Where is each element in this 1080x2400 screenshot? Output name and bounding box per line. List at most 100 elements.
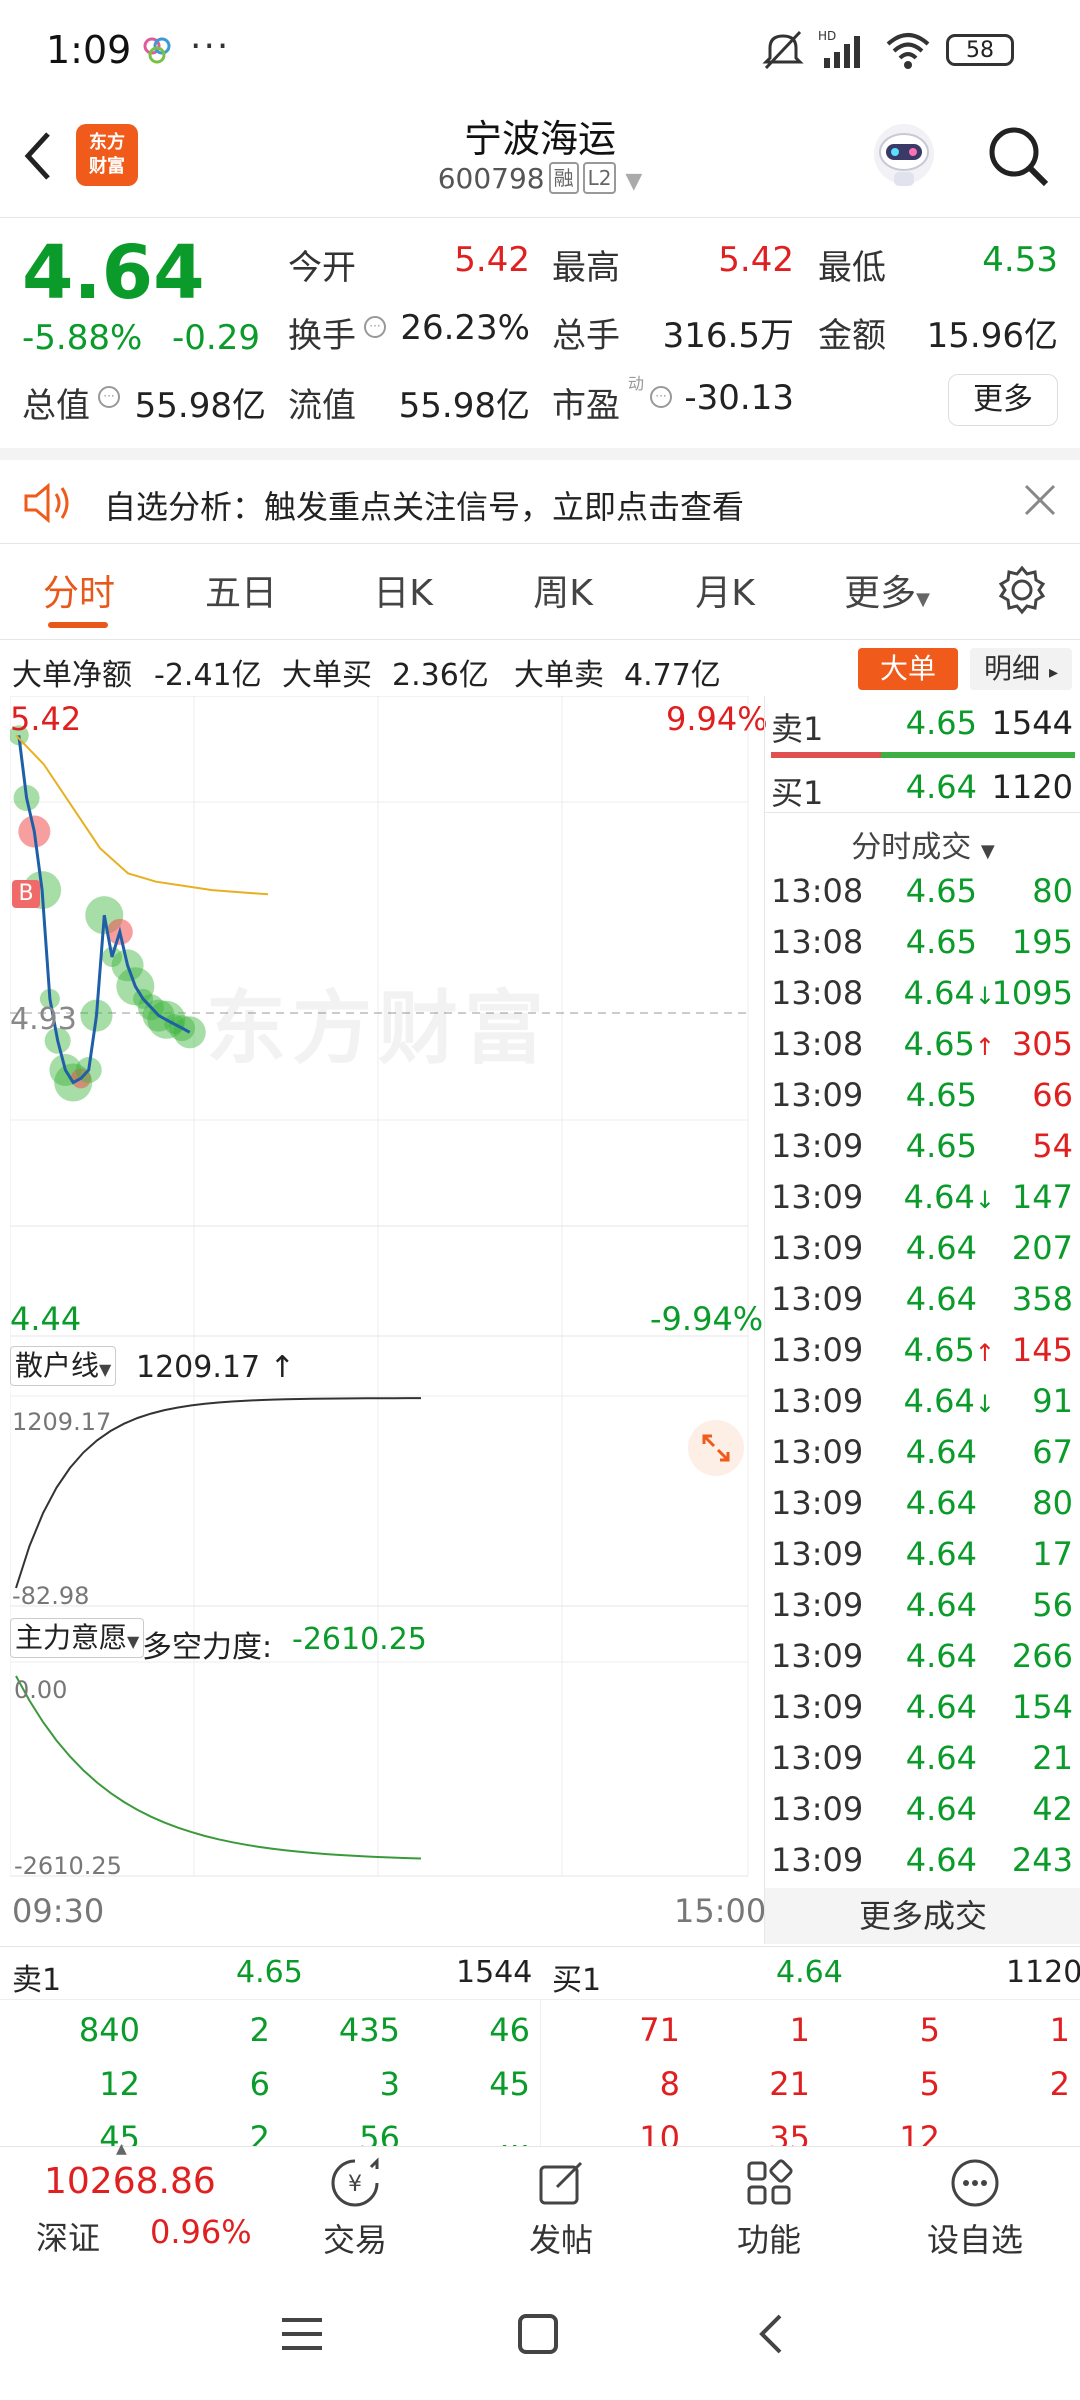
- tab-more[interactable]: 更多▼: [822, 564, 952, 616]
- sell-depth-cell: 3: [379, 2065, 400, 2103]
- home-icon[interactable]: [516, 2312, 560, 2360]
- info-icon[interactable]: ···: [364, 316, 386, 338]
- functions-button[interactable]: 功能: [704, 2157, 834, 2261]
- net-label: 大单净额: [12, 658, 132, 693]
- intraday-chart[interactable]: 5.42 9.94% 4.93 4.44 -9.94% B 东方财富 散户线▼ …: [8, 695, 768, 1946]
- sell-depth-cell: 45: [99, 2119, 140, 2146]
- menu-icon[interactable]: [280, 2314, 324, 2358]
- big-order-button[interactable]: 大单: [858, 648, 958, 690]
- retail-selector[interactable]: 散户线▼: [10, 1346, 117, 1386]
- notice-bar[interactable]: 自选分析：触发重点关注信号，立即点击查看: [0, 460, 1080, 544]
- detail-button[interactable]: 明细 ▸: [970, 648, 1072, 690]
- sell-depth-cell: 2: [249, 2119, 270, 2146]
- post-button[interactable]: 发帖: [496, 2157, 626, 2261]
- volume-value: 316.5万: [662, 316, 794, 356]
- trades-title[interactable]: 分时成交 ▼: [765, 822, 1080, 866]
- retail-top-label: 1209.17: [12, 1408, 112, 1436]
- trade-time: 13:09: [771, 1382, 864, 1420]
- index-value[interactable]: 10268.86: [44, 2161, 216, 2202]
- stock-code: 600798: [437, 162, 545, 195]
- trade-price: 4.64: [905, 1229, 977, 1267]
- big-sell-label: 大单卖: [514, 658, 604, 693]
- nav-back-icon[interactable]: [756, 2312, 788, 2360]
- trade-row: 13:09 4.64 67: [765, 1425, 1080, 1476]
- buy-marker[interactable]: B: [12, 880, 40, 908]
- info-icon[interactable]: ···: [98, 386, 120, 408]
- average-price-line: [15, 734, 269, 896]
- trade-time: 13:09: [771, 1688, 864, 1726]
- trade-volume: 66: [1032, 1076, 1073, 1114]
- trade-row: 13:09 4.64↓ 147: [765, 1170, 1080, 1221]
- buy-depth-cell: 71: [639, 2011, 680, 2049]
- trade-time: 13:09: [771, 1331, 864, 1369]
- status-time: 1:09: [46, 28, 132, 72]
- trade-row: 13:09 4.64 80: [765, 1476, 1080, 1527]
- svg-text:HD: HD: [818, 29, 836, 43]
- trade-label: 交易: [322, 2221, 387, 2259]
- buy1-vol: 1120: [991, 768, 1073, 806]
- retail-selector-label: 散户线: [15, 1349, 100, 1382]
- trade-volume: 266: [1011, 1637, 1073, 1675]
- arrow-down-icon: ↓: [974, 1186, 995, 1214]
- margin-tag: 融: [548, 162, 579, 194]
- trade-row: 13:09 4.64 266: [765, 1629, 1080, 1680]
- main-bottom-label: -2610.25: [14, 1852, 122, 1880]
- settings-icon[interactable]: [996, 564, 1048, 620]
- trade-time: 13:09: [771, 1841, 864, 1879]
- app-logo[interactable]: 东方 财富: [76, 124, 138, 186]
- trade-volume: 54: [1032, 1127, 1073, 1165]
- trade-volume: 195: [1011, 923, 1073, 961]
- trade-price: 4.64: [905, 1688, 977, 1726]
- tab-weekly-k[interactable]: 周K: [498, 564, 628, 616]
- dropdown-icon: ▼: [916, 589, 930, 610]
- trade-time: 13:09: [771, 1586, 864, 1624]
- trade-price: 4.64: [905, 1790, 977, 1828]
- sell1-row: 卖1 4.65 1544: [765, 696, 1080, 748]
- ratio-bar-sell: [771, 752, 881, 758]
- close-icon[interactable]: [1022, 482, 1058, 522]
- trade-button[interactable]: ¥ 交易: [290, 2157, 420, 2261]
- sell1-label: 卖1: [771, 710, 824, 748]
- pe-dynamic-sup: 动: [628, 374, 645, 393]
- main-force-selector[interactable]: 主力意愿▼: [10, 1618, 145, 1658]
- info-icon[interactable]: ···: [650, 386, 672, 408]
- tab-five-day[interactable]: 五日: [176, 564, 306, 616]
- tab-daily-k[interactable]: 日K: [338, 564, 468, 616]
- force-label: 多空力度:: [142, 1630, 273, 1665]
- retail-bottom-label: -82.98: [12, 1582, 90, 1610]
- main-force-selector-label: 主力意愿: [15, 1621, 128, 1654]
- trade-volume: 80: [1032, 1484, 1073, 1522]
- add-watchlist-button[interactable]: 设自选: [910, 2157, 1040, 2261]
- main-force-line: [15, 1675, 422, 1860]
- trade-row: 13:09 4.65 54: [765, 1119, 1080, 1170]
- more-trades-button[interactable]: 更多成交: [765, 1888, 1080, 1944]
- back-icon[interactable]: [18, 126, 58, 190]
- notice-text: 自选分析：触发重点关注信号，立即点击查看: [104, 488, 745, 526]
- buy-depth-cell: 2: [1049, 2065, 1070, 2103]
- tab-intraday[interactable]: 分时: [14, 564, 144, 616]
- high-value: 5.42: [718, 240, 794, 280]
- tab-more-label: 更多: [844, 573, 917, 614]
- buy-depth-cell: 5: [919, 2065, 940, 2103]
- trade-price: 4.65: [905, 872, 977, 910]
- stock-code-row[interactable]: 600798 融 L2 ▼: [340, 162, 740, 195]
- more-quote-button[interactable]: 更多: [948, 374, 1058, 426]
- robot-assistant-icon[interactable]: [864, 116, 944, 200]
- trade-volume: 207: [1011, 1229, 1073, 1267]
- ratio-bar-buy: [881, 752, 1075, 758]
- force-value: -2610.25: [292, 1622, 427, 1657]
- battery-icon: 58: [946, 34, 1014, 66]
- open-label: 今开: [288, 248, 356, 288]
- index-pct: 0.96%: [150, 2213, 252, 2251]
- pe-value: -30.13: [684, 378, 794, 418]
- expand-icon[interactable]: [686, 1418, 746, 1482]
- trade-time: 13:08: [771, 974, 864, 1012]
- tab-monthly-k[interactable]: 月K: [660, 564, 790, 616]
- trade-time: 13:09: [771, 1790, 864, 1828]
- trade-time: 13:08: [771, 923, 864, 961]
- bottom-toolbar: ▲ 10268.86 深证 0.96% ¥ 交易 发帖 功能 设自选: [0, 2141, 1080, 2270]
- dropdown-icon: ▼: [980, 841, 995, 862]
- search-icon[interactable]: [984, 122, 1052, 194]
- trade-volume: 80: [1032, 872, 1073, 910]
- trade-price: 4.64: [905, 1739, 977, 1777]
